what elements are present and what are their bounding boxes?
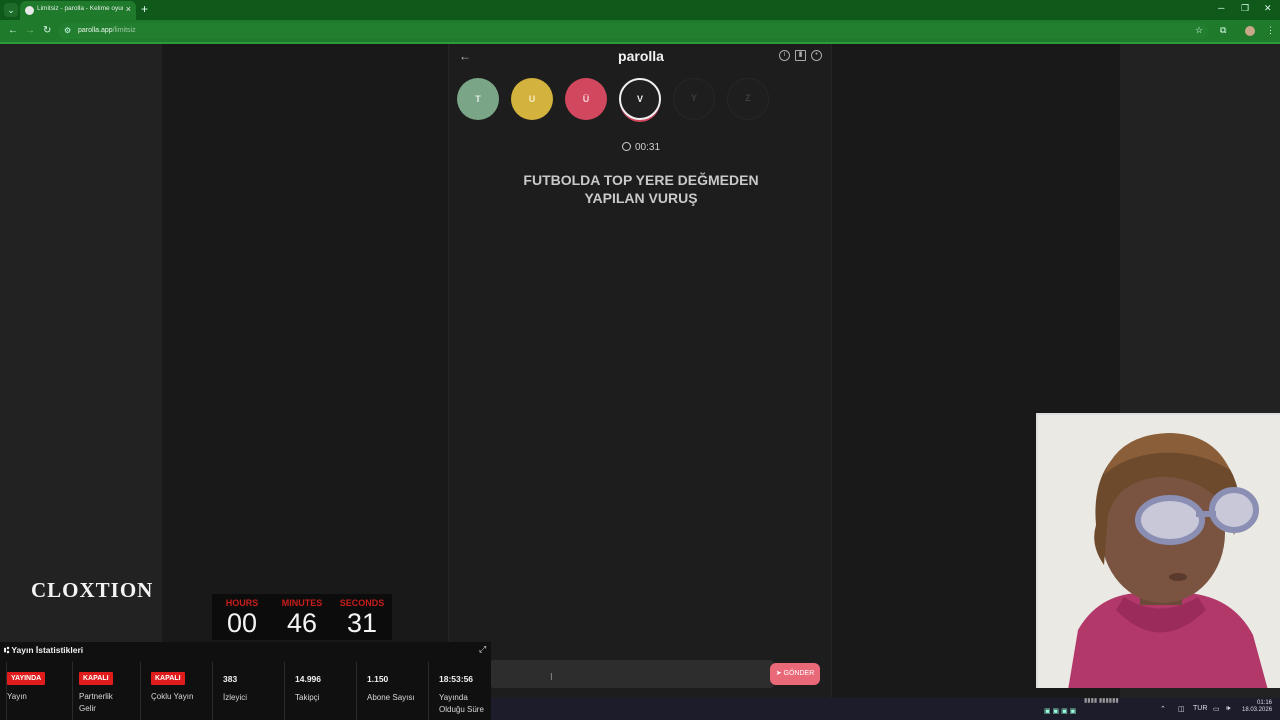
game-panel: ← parolla i ▮ • T U Ü V Y Z 00:31 FUTBOL… [448,44,832,720]
letter-circle-z: Z [727,78,769,120]
new-tab-button[interactable]: + [141,2,148,16]
stat-label: Yayın [7,692,27,701]
profile-avatar[interactable] [1245,26,1255,36]
send-icon: ➤ [775,670,784,677]
stat-value: 1.150 [367,674,389,684]
question-timer: 00:31 [449,142,833,153]
hours-label: HOURS [225,598,259,608]
tray-date: 18.03.2026 [1242,707,1273,713]
back-arrow-icon[interactable]: ← [8,25,18,36]
webcam-overlay [1036,413,1280,688]
status-badge: KAPALI [151,672,185,685]
stat-label: Çoklu Yayın [151,692,194,701]
volume-icon[interactable]: 🕪 [1226,705,1230,713]
stat-partnerlik: KAPALI Partnerlik Gelir [72,662,140,720]
stat-value: 18:53:56 [439,674,474,684]
tab-search-button[interactable]: ⌄ [4,3,18,17]
close-tab-icon[interactable]: × [126,4,131,14]
stat-coklu-yayin: KAPALI Çoklu Yayın [140,662,212,720]
question-line-1: FUTBOLDA TOP YERE DEĞMEDEN [523,172,759,188]
network-icon[interactable]: ◫ [1178,705,1185,713]
tray-time: 01:16 [1256,700,1272,706]
letter-circle-u-umlaut: Ü [565,78,607,120]
tray-chevron-icon[interactable]: ⌃ [1160,705,1166,713]
question-text: FUTBOLDA TOP YERE DEĞMEDEN YAPILAN VURUŞ [489,171,793,207]
expand-icon[interactable]: ⤢ [479,644,486,655]
brand-logo-text: CLOXTION [31,578,154,602]
letter-circle-t: T [457,78,499,120]
status-badge: YAYINDA [7,672,46,685]
text-cursor-icon: I [550,672,553,683]
seconds-value: 31 [346,608,378,638]
seconds-label: SECONDS [339,598,385,608]
close-window-icon[interactable]: ✕ [1264,3,1272,14]
info-icon[interactable]: i [779,50,790,61]
stat-yayin: YAYINDA Yayın [6,662,72,720]
stat-abone: 1.150 Abone Sayısı [356,662,428,720]
minutes-value: 46 [286,608,318,638]
browser-toolbar: ← → ↻ ⚙ parolla.app/limitsiz ☆ ⧉ ⋮ [0,20,1280,42]
browser-tab-bar: ⌄ Limitsiz - parolla - Kelime oyunu × + … [0,0,1280,20]
timer-value: 00:31 [634,142,661,153]
bookmark-star-icon[interactable]: ☆ [1195,25,1203,36]
display-icon[interactable]: ▭ [1213,705,1220,713]
question-line-2: YAPILAN VURUŞ [584,190,698,206]
forward-arrow-icon[interactable]: → [25,25,35,36]
browser-tab[interactable]: Limitsiz - parolla - Kelime oyunu × [20,1,136,20]
sims-avatar-image [1038,415,1280,688]
ticker-text: ▮▮▮▮ ▮▮▮▮▮▮ [1084,698,1119,704]
stat-label: İzleyici [223,693,248,702]
stat-label: Partnerlik Gelir [79,692,113,713]
taskbar-app-icons[interactable]: ▣ ▣ ▣ ▣ [1044,707,1076,715]
stat-takipci: 14.996 Takipçi [284,662,356,720]
letter-circle-u: U [511,78,553,120]
send-button[interactable]: ➤ GÖNDER [770,663,820,685]
stats-title: Yayın İstatistikleri [11,645,84,655]
tab-title: Limitsiz - parolla - Kelime oyunu [37,5,123,12]
stat-label: Yayında Olduğu Süre [439,693,484,714]
stats-icon[interactable]: ▮ [795,50,806,61]
profile-icon[interactable]: • [811,50,822,61]
letter-circle-v-active: V [619,78,661,120]
url-host: parolla.app [78,27,113,34]
minimize-icon[interactable]: ─ [1218,3,1224,13]
stat-label: Takipçi [295,693,320,702]
site-info-icon[interactable]: ⚙ [64,26,71,35]
url-path: /limitsiz [112,27,136,34]
stat-izleyici: 383 İzleyici [212,662,284,720]
maximize-icon[interactable]: ❐ [1241,3,1249,14]
address-bar[interactable]: ⚙ parolla.app/limitsiz [58,23,1208,39]
hours-value: 00 [226,608,258,638]
clock-icon [621,142,631,151]
browser-menu-icon[interactable]: ⋮ [1266,25,1275,36]
answer-input[interactable] [490,660,774,688]
reload-icon[interactable]: ↻ [43,25,51,36]
stat-value: 14.996 [295,674,321,684]
stat-value: 383 [223,674,238,684]
clock-tray[interactable]: 01:16 18.03.2026 [1242,700,1272,714]
stat-yayin-suresi: 18:53:56 Yayında Olduğu Süre [428,662,491,720]
letter-circle-y: Y [673,78,715,120]
send-label: GÖNDER [783,670,815,677]
language-indicator[interactable]: TUR [1193,705,1207,712]
stat-label: Abone Sayısı [367,693,415,702]
minutes-label: MINUTES [281,598,323,608]
countdown-timer: HOURS 00 MINUTES 46 SECONDS 31 [212,594,392,640]
stream-stats-panel: ⑆ Yayın İstatistikleri ⤢ YAYINDA Yayın K… [0,642,491,720]
game-logo: parolla [618,48,664,64]
extensions-icon[interactable]: ⧉ [1220,25,1226,36]
status-badge: KAPALI [79,672,113,685]
favicon-icon [25,6,34,15]
